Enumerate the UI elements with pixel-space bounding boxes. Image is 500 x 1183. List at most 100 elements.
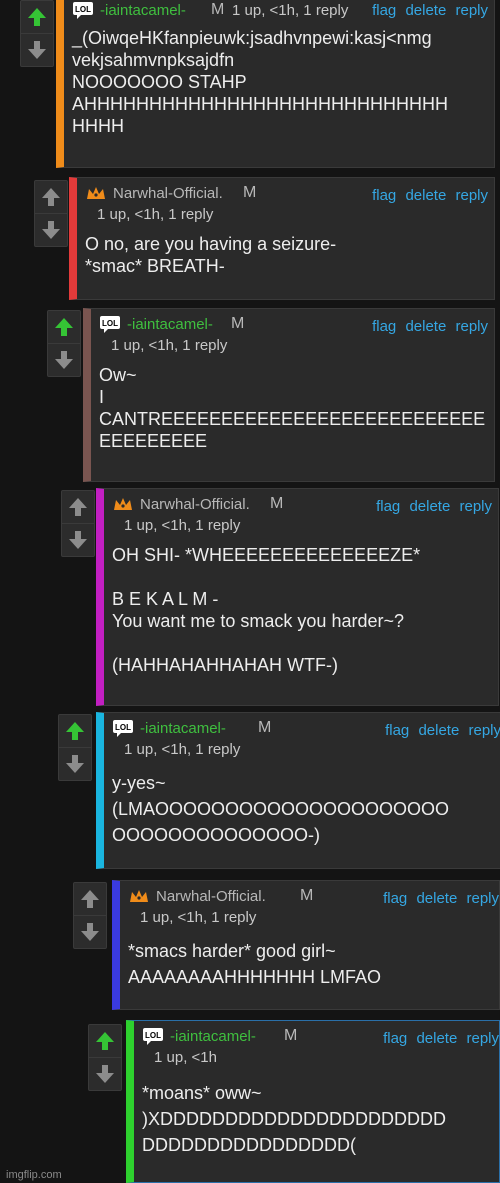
arrow-up-icon	[28, 8, 46, 26]
username[interactable]: Narwhal-Official.	[113, 185, 223, 202]
downvote-button[interactable]	[59, 747, 91, 780]
upvote-button[interactable]	[59, 715, 91, 747]
comment-card: LOL -iaintacamel- M flag delete reply 1 …	[83, 308, 495, 482]
downvote-button[interactable]	[62, 523, 94, 556]
flag-link[interactable]: flag	[383, 890, 407, 907]
lol-badge-icon: LOL	[113, 720, 133, 737]
watermark: imgflip.com	[6, 1169, 62, 1181]
delete-link[interactable]: delete	[416, 1030, 457, 1047]
vote-box	[61, 490, 95, 557]
upvote-button[interactable]	[21, 1, 53, 33]
mod-badge: M	[211, 1, 225, 18]
comment-meta: 1 up, <1h, 1 reply	[111, 337, 228, 354]
arrow-up-icon	[66, 722, 84, 740]
username[interactable]: -iaintacamel-	[127, 316, 213, 333]
arrow-up-icon	[81, 890, 99, 908]
upvote-button[interactable]	[48, 311, 80, 343]
crown-badge-icon	[114, 498, 132, 510]
arrow-up-icon	[42, 188, 60, 206]
crown-badge-icon	[87, 187, 105, 199]
reply-link[interactable]: reply	[455, 187, 488, 204]
delete-link[interactable]: delete	[409, 498, 450, 515]
delete-link[interactable]: delete	[405, 187, 446, 204]
comment-text: _(OiwqeHKfanpieuwk:jsadhvnpewi:kasj<nmg …	[72, 28, 448, 136]
lol-badge-icon: LOL	[143, 1028, 163, 1045]
reply-link[interactable]: reply	[455, 318, 488, 335]
reply-link[interactable]: reply	[466, 890, 499, 907]
vote-box	[20, 0, 54, 67]
arrow-down-icon	[42, 221, 60, 239]
comment-card: LOL -iaintacamel- M flag delete reply 1 …	[126, 1020, 500, 1183]
delete-link[interactable]: delete	[418, 722, 459, 739]
mod-badge: M	[258, 719, 272, 736]
downvote-button[interactable]	[74, 915, 106, 948]
lol-badge-icon: LOL	[73, 2, 93, 19]
mod-badge: M	[284, 1027, 298, 1044]
vote-box	[47, 310, 81, 377]
flag-link[interactable]: flag	[372, 2, 396, 19]
upvote-button[interactable]	[74, 883, 106, 915]
upvote-button[interactable]	[89, 1025, 121, 1057]
arrow-down-icon	[81, 923, 99, 941]
vote-box	[73, 882, 107, 949]
reply-link[interactable]: reply	[455, 2, 488, 19]
mod-badge: M	[300, 887, 314, 904]
vote-box	[58, 714, 92, 781]
delete-link[interactable]: delete	[405, 318, 446, 335]
username[interactable]: -iaintacamel-	[170, 1028, 256, 1045]
svg-text:LOL: LOL	[115, 723, 131, 732]
comment-card: Narwhal-Official. M flag delete reply 1 …	[96, 488, 499, 706]
lol-badge-icon: LOL	[100, 316, 120, 333]
delete-link[interactable]: delete	[405, 2, 446, 19]
downvote-button[interactable]	[89, 1057, 121, 1090]
downvote-button[interactable]	[35, 213, 67, 246]
flag-link[interactable]: flag	[385, 722, 409, 739]
arrow-up-icon	[55, 318, 73, 336]
comment-meta: 1 up, <1h, 1 reply	[232, 2, 349, 19]
reply-link[interactable]: reply	[466, 1030, 499, 1047]
arrow-up-icon	[69, 498, 87, 516]
comment-text: OH SHI- *WHEEEEEEEEEEEEEEZE* B E K A L M…	[112, 545, 421, 675]
username[interactable]: Narwhal-Official.	[140, 496, 250, 513]
reply-link[interactable]: reply	[468, 722, 500, 739]
comment-meta: 1 up, <1h	[154, 1049, 217, 1066]
mod-badge: M	[231, 315, 245, 332]
downvote-button[interactable]	[21, 33, 53, 66]
arrow-down-icon	[55, 351, 73, 369]
flag-link[interactable]: flag	[383, 1030, 407, 1047]
arrow-down-icon	[28, 41, 46, 59]
flag-link[interactable]: flag	[372, 318, 396, 335]
comment-card: Narwhal-Official. M flag delete reply 1 …	[112, 880, 500, 1010]
upvote-button[interactable]	[62, 491, 94, 523]
comment-card: Narwhal-Official. M flag delete reply 1 …	[69, 177, 495, 300]
comment-meta: 1 up, <1h, 1 reply	[124, 741, 241, 758]
svg-text:LOL: LOL	[75, 5, 91, 14]
delete-link[interactable]: delete	[416, 890, 457, 907]
flag-link[interactable]: flag	[376, 498, 400, 515]
comment-meta: 1 up, <1h, 1 reply	[97, 206, 214, 223]
mod-badge: M	[270, 495, 284, 512]
arrow-up-icon	[96, 1032, 114, 1050]
comment-text: O no, are you having a seizure- *smac* B…	[85, 234, 337, 276]
comment-text: Ow~ I CANTREEEEEEEEEEEEEEEEEEEEEEEEEEE E…	[99, 365, 486, 451]
comment-meta: 1 up, <1h, 1 reply	[140, 909, 257, 926]
svg-text:LOL: LOL	[145, 1031, 161, 1040]
username[interactable]: -iaintacamel-	[140, 720, 226, 737]
reply-link[interactable]: reply	[459, 498, 492, 515]
comment-text: *smacs harder* good girl~ AAAAAAAAHHHHHH…	[128, 941, 382, 987]
username[interactable]: -iaintacamel-	[100, 2, 186, 19]
vote-box	[34, 180, 68, 247]
comment-card: LOL -iaintacamel- M flag delete reply 1 …	[96, 712, 500, 869]
comment-card: LOL -iaintacamel- M 1 up, <1h, 1 reply f…	[56, 0, 495, 168]
username[interactable]: Narwhal-Official.	[156, 888, 266, 905]
arrow-down-icon	[69, 531, 87, 549]
comment-meta: 1 up, <1h, 1 reply	[124, 517, 241, 534]
crown-badge-icon	[130, 890, 148, 902]
arrow-down-icon	[66, 755, 84, 773]
upvote-button[interactable]	[35, 181, 67, 213]
mod-badge: M	[243, 184, 257, 201]
flag-link[interactable]: flag	[372, 187, 396, 204]
comment-text: *moans* oww~ )XDDDDDDDDDDDDDDDDDDDDDD DD…	[142, 1083, 446, 1155]
vote-box	[88, 1024, 122, 1091]
downvote-button[interactable]	[48, 343, 80, 376]
